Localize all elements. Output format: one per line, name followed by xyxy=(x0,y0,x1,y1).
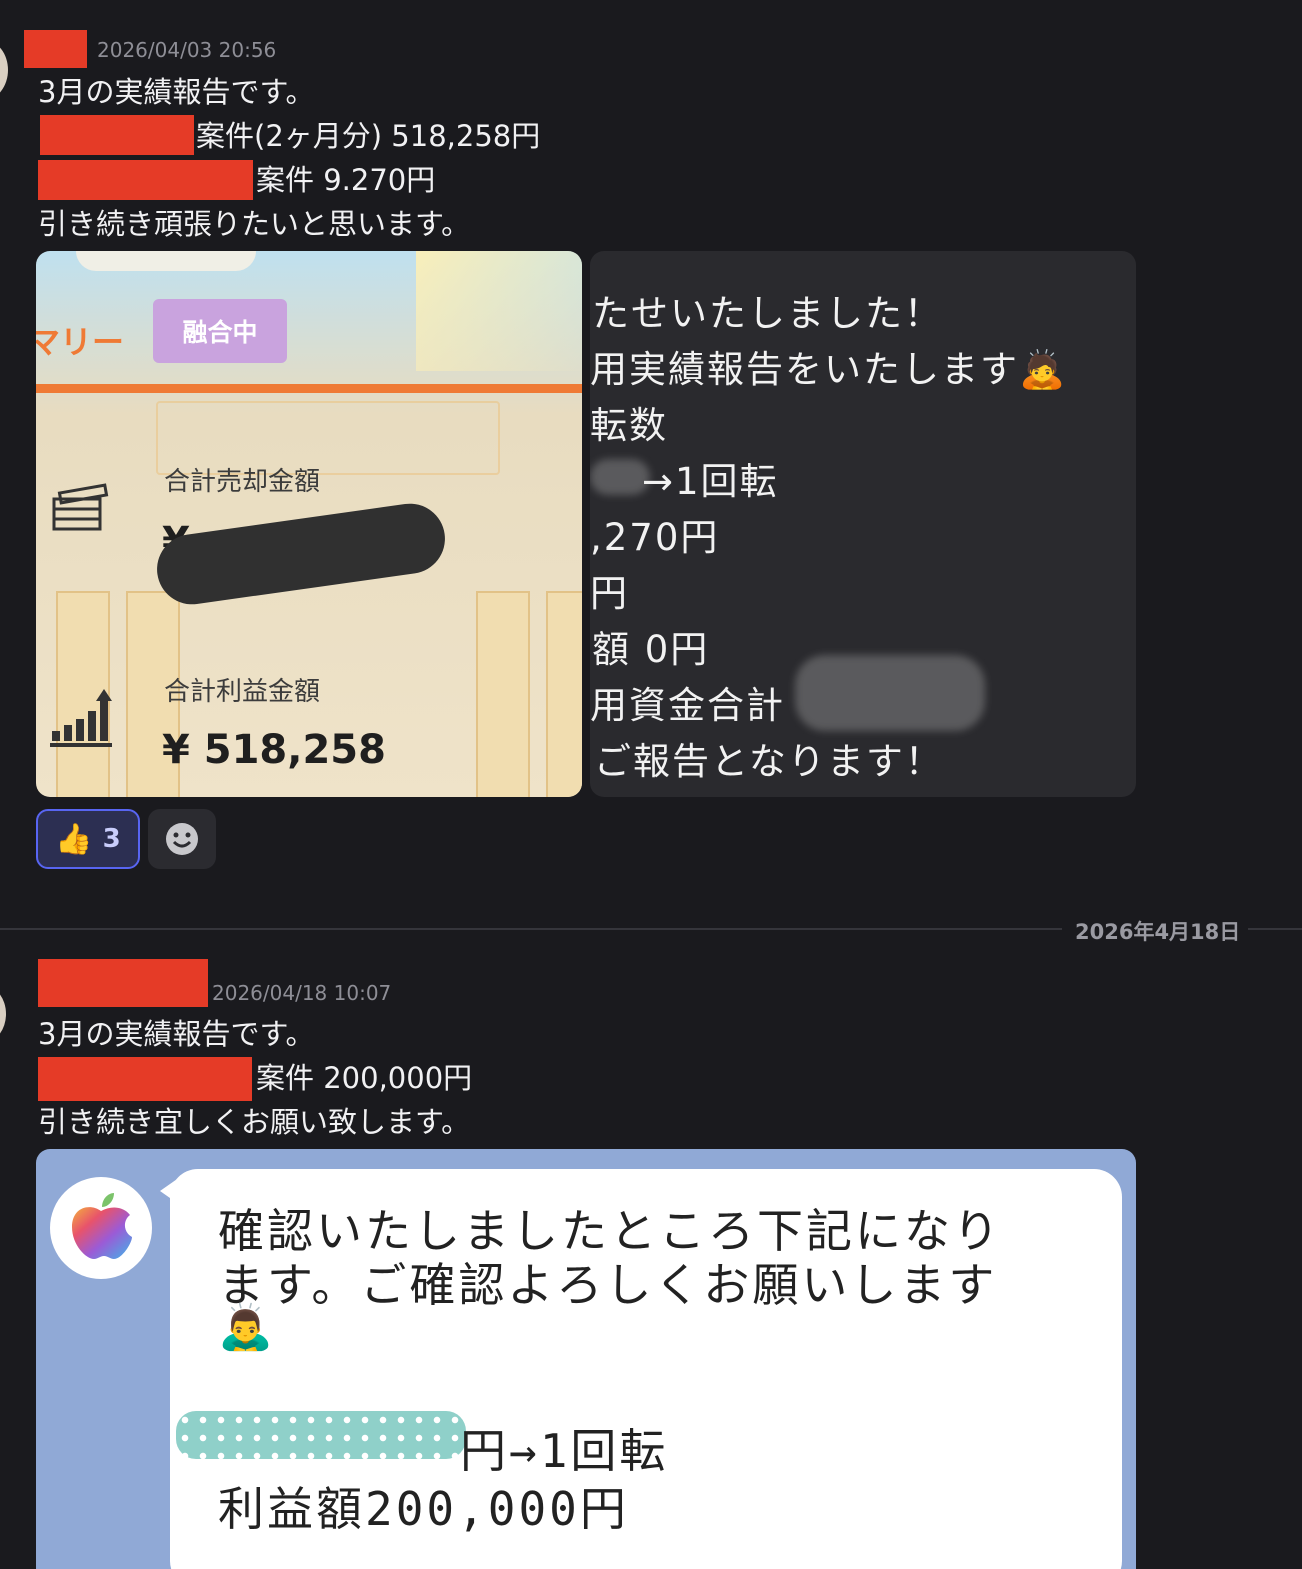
message-timestamp: 2026/04/18 10:07 xyxy=(212,981,392,1005)
cloud-shape xyxy=(76,251,256,271)
redaction-block xyxy=(38,1057,252,1101)
screenshot-text-line: →1回転 xyxy=(642,460,779,503)
screenshot-text-line: ご報告となります！ xyxy=(594,740,944,783)
message-text-line: 引き続き頑張りたいと思います。 xyxy=(38,207,471,241)
reaction-thumbs-up[interactable]: 👍 3 xyxy=(36,809,140,869)
total-profit-label: 合計利益金額 xyxy=(164,677,321,707)
date-divider-line xyxy=(0,928,1062,930)
scribble-redaction xyxy=(152,499,450,609)
screenshot-text-line: 円 xyxy=(590,572,629,615)
blur-redaction xyxy=(590,459,650,495)
date-divider-label: 2026年4月18日 xyxy=(1075,920,1241,944)
redaction-block xyxy=(38,160,253,200)
blur-redaction xyxy=(795,655,985,731)
bubble-text-line: ます。ご確認よろしくお願いします xyxy=(218,1258,998,1312)
dotted-redaction xyxy=(176,1411,466,1459)
message-text-line: 案件(2ヶ月分) 518,258円 xyxy=(196,119,541,153)
message-text-line: 3月の実績報告です。 xyxy=(38,75,315,109)
image-attachment-line-chat[interactable]: 確認いたしましたところ下記になり ます。ご確認よろしくお願いします 🙇‍♂️ 円… xyxy=(36,1149,1136,1569)
money-stack-icon xyxy=(50,483,110,535)
date-divider-line xyxy=(1248,928,1302,930)
avatar[interactable] xyxy=(0,40,8,100)
username-redacted[interactable] xyxy=(38,959,208,1007)
divider-rule xyxy=(36,384,582,393)
screenshot-text-line: 用実績報告をいたします🙇 xyxy=(590,348,1068,391)
screenshot-text-line: 額 0円 xyxy=(592,628,710,671)
bowing-person-emoji: 🙇‍♂️ xyxy=(218,1302,273,1353)
sender-avatar-apple-logo xyxy=(50,1177,152,1279)
reaction-count: 3 xyxy=(102,824,121,854)
image-attachment-summary[interactable]: マリー 融合中 合計売却金額 ¥ xyxy=(36,251,582,797)
image-attachment-chat-screenshot[interactable]: たせいたしました！ 用実績報告をいたします🙇 転数 →1回転 ,270円 円 額… xyxy=(590,251,1136,797)
add-reaction-button[interactable] xyxy=(148,809,216,869)
total-sales-label: 合計売却金額 xyxy=(164,467,321,497)
message-timestamp: 2026/04/03 20:56 xyxy=(97,38,277,62)
message-text-line: 3月の実績報告です。 xyxy=(38,1017,315,1051)
avatar[interactable] xyxy=(0,985,6,1043)
bubble-text-line: 円→1回転 xyxy=(460,1424,669,1478)
smiley-icon xyxy=(166,823,198,855)
sun-ray xyxy=(416,251,582,371)
screenshot-text-line: ,270円 xyxy=(590,516,720,559)
banner-suffix: マリー xyxy=(36,323,125,361)
screenshot-text-line: 転数 xyxy=(590,404,668,447)
screenshot-text-line: たせいたしました！ xyxy=(592,292,943,335)
temple-column xyxy=(546,591,582,797)
message-text-line: 案件 9.270円 xyxy=(256,163,436,197)
screenshot-text-line: 用資金合計 xyxy=(590,684,785,727)
fusion-status-badge: 融合中 xyxy=(153,299,287,363)
username-redacted[interactable] xyxy=(24,30,87,68)
bubble-tail xyxy=(160,1177,180,1205)
thumbs-up-icon: 👍 xyxy=(55,821,93,857)
message-text-line: 案件 200,000円 xyxy=(256,1061,473,1095)
temple-column xyxy=(476,591,530,797)
redaction-block xyxy=(40,115,194,155)
bar-chart-growth-icon xyxy=(50,689,114,749)
message-text-line: 引き続き宜しくお願い致します。 xyxy=(38,1105,471,1139)
bubble-text-line: 利益額200,000円 xyxy=(218,1482,629,1536)
total-profit-value: ¥ 518,258 xyxy=(162,727,386,773)
